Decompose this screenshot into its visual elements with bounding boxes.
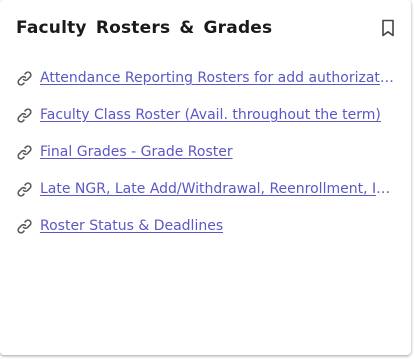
link-item[interactable]: Faculty Class Roster (Avail. throughout … xyxy=(16,104,394,126)
link-item[interactable]: Roster Status & Deadlines xyxy=(16,215,394,237)
card-title: Faculty Rosters & Grades xyxy=(16,18,273,38)
link-item[interactable]: Final Grades - Grade Roster xyxy=(16,141,394,163)
link-icon xyxy=(16,70,33,87)
link-roster-status-deadlines[interactable]: Roster Status & Deadlines xyxy=(40,218,223,234)
link-item[interactable]: Late NGR, Late Add/Withdrawal, Reenrollm… xyxy=(16,178,394,200)
link-icon xyxy=(16,107,33,124)
link-faculty-class-roster[interactable]: Faculty Class Roster (Avail. throughout … xyxy=(40,107,381,123)
link-icon xyxy=(16,181,33,198)
card: Faculty Rosters & Grades Attendance Repo… xyxy=(0,0,411,355)
link-icon xyxy=(16,218,33,235)
link-icon xyxy=(16,144,33,161)
link-late-ngr[interactable]: Late NGR, Late Add/Withdrawal, Reenrollm… xyxy=(40,181,394,197)
link-attendance-reporting-rosters[interactable]: Attendance Reporting Rosters for add aut… xyxy=(40,70,394,86)
link-item[interactable]: Attendance Reporting Rosters for add aut… xyxy=(16,67,394,89)
bookmark-icon[interactable] xyxy=(379,18,397,38)
link-final-grades[interactable]: Final Grades - Grade Roster xyxy=(40,144,233,160)
